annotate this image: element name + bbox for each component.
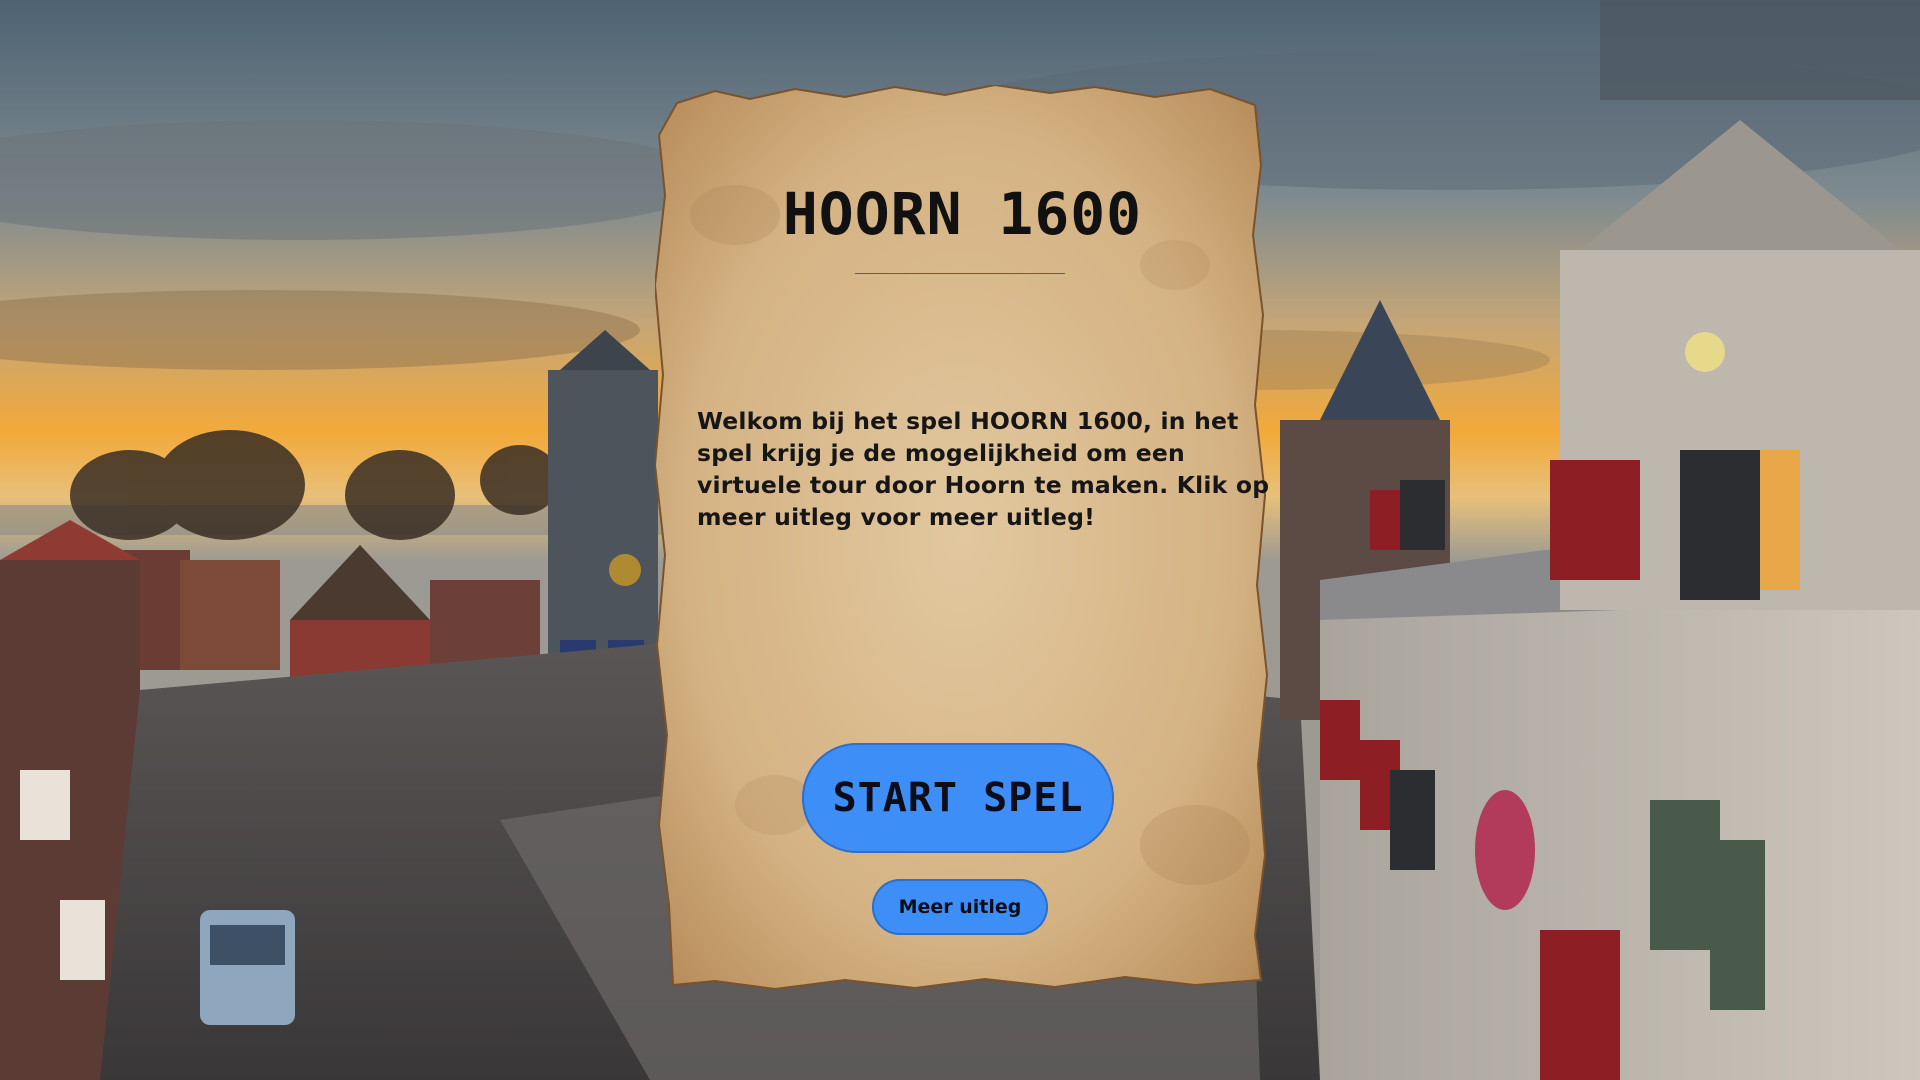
title-divider (855, 273, 1065, 274)
game-start-screen: HOORN 1600 Welkom bij het spel HOORN 160… (0, 0, 1920, 1080)
more-info-button[interactable]: Meer uitleg (872, 879, 1048, 935)
start-game-button-label: START SPEL (832, 775, 1084, 821)
parchment-panel: HOORN 1600 Welkom bij het spel HOORN 160… (655, 85, 1270, 990)
game-title: HOORN 1600 (782, 180, 1143, 248)
start-game-button[interactable]: START SPEL (802, 743, 1114, 853)
more-info-button-label: Meer uitleg (898, 896, 1022, 918)
intro-text: Welkom bij het spel HOORN 1600, in het s… (697, 407, 1270, 531)
